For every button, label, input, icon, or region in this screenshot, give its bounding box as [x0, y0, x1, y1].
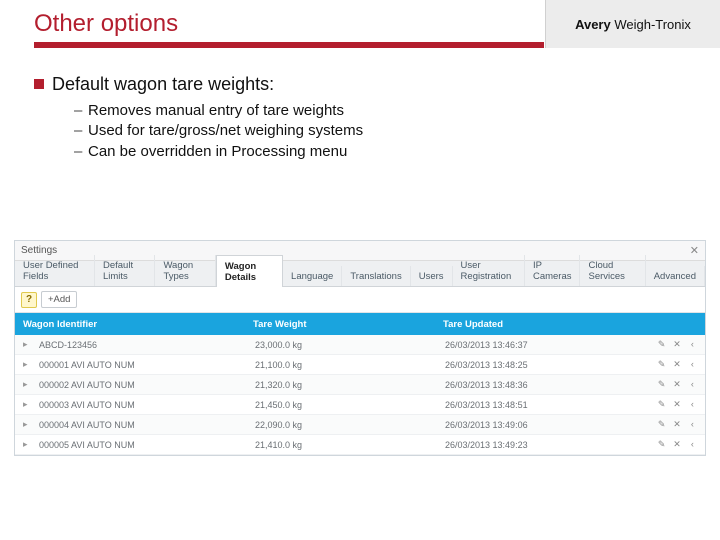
delete-icon[interactable]: ✕ — [672, 439, 681, 450]
more-icon[interactable]: ‹ — [688, 359, 697, 370]
more-icon[interactable]: ‹ — [688, 339, 697, 350]
title-underline — [34, 42, 544, 48]
dash-icon: – — [74, 101, 88, 121]
add-button[interactable]: +Add — [41, 291, 77, 308]
more-icon[interactable]: ‹ — [688, 379, 697, 390]
help-button[interactable]: ? — [21, 292, 37, 308]
close-icon[interactable]: ✕ — [690, 244, 699, 257]
row-actions: ✎ ✕ ‹ — [649, 419, 705, 430]
tab-user-registration[interactable]: User Registration — [453, 255, 525, 286]
tab-strip: User Defined Fields Default Limits Wagon… — [15, 261, 705, 287]
cell-tare-updated: 26/03/2013 13:49:06 — [437, 420, 649, 430]
more-icon[interactable]: ‹ — [688, 439, 697, 450]
bullet-heading: Default wagon tare weights: — [34, 74, 674, 95]
sub-bullet-text: Removes manual entry of tare weights — [88, 102, 344, 119]
col-tare-updated[interactable]: Tare Updated — [435, 319, 649, 330]
tab-wagon-types[interactable]: Wagon Types — [155, 255, 215, 286]
expand-icon[interactable]: ▸ — [15, 359, 31, 370]
row-actions: ✎ ✕ ‹ — [649, 399, 705, 410]
edit-icon[interactable]: ✎ — [657, 359, 666, 370]
grid-toolbar: ? +Add — [15, 287, 705, 313]
col-tare-weight[interactable]: Tare Weight — [245, 319, 435, 330]
tab-ip-cameras[interactable]: IP Cameras — [525, 255, 581, 286]
brand-rest: Weigh-Tronix — [611, 17, 691, 32]
table-row[interactable]: ▸000004 AVI AUTO NUM22,090.0 kg26/03/201… — [15, 415, 705, 435]
cell-wagon-identifier: 000001 AVI AUTO NUM — [31, 360, 247, 370]
tab-language[interactable]: Language — [283, 266, 342, 286]
delete-icon[interactable]: ✕ — [672, 379, 681, 390]
row-actions: ✎ ✕ ‹ — [649, 339, 705, 350]
sub-bullet: –Used for tare/gross/net weighing system… — [74, 121, 674, 141]
dash-icon: – — [74, 121, 88, 141]
row-actions: ✎ ✕ ‹ — [649, 379, 705, 390]
edit-icon[interactable]: ✎ — [657, 439, 666, 450]
settings-window: Settings ✕ User Defined Fields Default L… — [14, 240, 706, 456]
sub-bullet-text: Used for tare/gross/net weighing systems — [88, 122, 363, 139]
bullet-heading-text: Default wagon tare weights: — [52, 74, 274, 94]
tab-cloud-services[interactable]: Cloud Services — [580, 255, 645, 286]
cell-tare-updated: 26/03/2013 13:48:25 — [437, 360, 649, 370]
cell-wagon-identifier: 000002 AVI AUTO NUM — [31, 380, 247, 390]
grid-header: Wagon Identifier Tare Weight Tare Update… — [15, 313, 705, 335]
slide-title: Other options — [34, 10, 178, 38]
sub-bullet-text: Can be overridden in Processing menu — [88, 143, 347, 160]
table-row[interactable]: ▸000002 AVI AUTO NUM21,320.0 kg26/03/201… — [15, 375, 705, 395]
brand-bold: Avery — [575, 17, 611, 32]
edit-icon[interactable]: ✎ — [657, 399, 666, 410]
cell-tare-updated: 26/03/2013 13:48:51 — [437, 400, 649, 410]
row-actions: ✎ ✕ ‹ — [649, 359, 705, 370]
bullet-block: Default wagon tare weights: –Removes man… — [34, 74, 674, 162]
cell-tare-weight: 21,320.0 kg — [247, 380, 437, 390]
expand-icon[interactable]: ▸ — [15, 339, 31, 350]
tab-translations[interactable]: Translations — [342, 266, 410, 286]
delete-icon[interactable]: ✕ — [672, 419, 681, 430]
cell-tare-weight: 21,410.0 kg — [247, 440, 437, 450]
expand-icon[interactable]: ▸ — [15, 399, 31, 410]
edit-icon[interactable]: ✎ — [657, 419, 666, 430]
cell-tare-updated: 26/03/2013 13:49:23 — [437, 440, 649, 450]
row-actions: ✎ ✕ ‹ — [649, 439, 705, 450]
edit-icon[interactable]: ✎ — [657, 379, 666, 390]
more-icon[interactable]: ‹ — [688, 399, 697, 410]
tab-wagon-details[interactable]: Wagon Details — [216, 255, 283, 287]
table-row[interactable]: ▸000001 AVI AUTO NUM21,100.0 kg26/03/201… — [15, 355, 705, 375]
table-row[interactable]: ▸ABCD-12345623,000.0 kg26/03/2013 13:46:… — [15, 335, 705, 355]
cell-wagon-identifier: 000003 AVI AUTO NUM — [31, 400, 247, 410]
cell-tare-weight: 21,100.0 kg — [247, 360, 437, 370]
delete-icon[interactable]: ✕ — [672, 339, 681, 350]
slide-header: Other options Avery Weigh-Tronix — [0, 0, 720, 62]
cell-wagon-identifier: ABCD-123456 — [31, 340, 247, 350]
edit-icon[interactable]: ✎ — [657, 339, 666, 350]
tab-user-defined-fields[interactable]: User Defined Fields — [15, 255, 95, 286]
title-area: Other options — [0, 0, 540, 48]
sub-bullet: –Removes manual entry of tare weights — [74, 101, 674, 121]
bullet-square-icon — [34, 79, 44, 89]
tab-users[interactable]: Users — [411, 266, 453, 286]
grid-body: ▸ABCD-12345623,000.0 kg26/03/2013 13:46:… — [15, 335, 705, 455]
brand-logo: Avery Weigh-Tronix — [545, 0, 720, 48]
tab-default-limits[interactable]: Default Limits — [95, 255, 155, 286]
cell-tare-updated: 26/03/2013 13:48:36 — [437, 380, 649, 390]
sub-bullet: –Can be overridden in Processing menu — [74, 142, 674, 162]
dash-icon: – — [74, 142, 88, 162]
delete-icon[interactable]: ✕ — [672, 359, 681, 370]
expand-icon[interactable]: ▸ — [15, 379, 31, 390]
cell-wagon-identifier: 000005 AVI AUTO NUM — [31, 440, 247, 450]
cell-tare-updated: 26/03/2013 13:46:37 — [437, 340, 649, 350]
cell-tare-weight: 21,450.0 kg — [247, 400, 437, 410]
expand-icon[interactable]: ▸ — [15, 419, 31, 430]
table-row[interactable]: ▸000003 AVI AUTO NUM21,450.0 kg26/03/201… — [15, 395, 705, 415]
more-icon[interactable]: ‹ — [688, 419, 697, 430]
delete-icon[interactable]: ✕ — [672, 399, 681, 410]
col-wagon-identifier[interactable]: Wagon Identifier — [15, 319, 245, 330]
cell-wagon-identifier: 000004 AVI AUTO NUM — [31, 420, 247, 430]
expand-icon[interactable]: ▸ — [15, 439, 31, 450]
cell-tare-weight: 23,000.0 kg — [247, 340, 437, 350]
cell-tare-weight: 22,090.0 kg — [247, 420, 437, 430]
tab-advanced[interactable]: Advanced — [646, 266, 705, 286]
table-row[interactable]: ▸000005 AVI AUTO NUM21,410.0 kg26/03/201… — [15, 435, 705, 455]
